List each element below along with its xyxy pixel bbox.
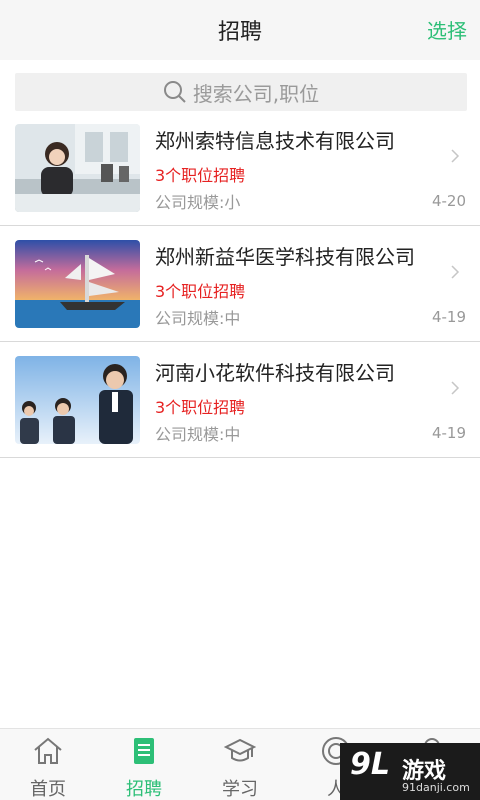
- post-date: 4-19: [431, 308, 466, 326]
- company-list: 郑州索特信息技术有限公司 3个职位招聘 公司规模:小 4-20 郑州新益华医学科…: [0, 110, 480, 458]
- job-count: 3个职位招聘: [155, 166, 246, 185]
- company-photo: [15, 124, 140, 212]
- tab-study[interactable]: 学习: [192, 729, 288, 800]
- tab-label: 招聘: [126, 779, 162, 800]
- tab-label: 学习: [222, 779, 258, 800]
- post-date: 4-20: [431, 192, 466, 210]
- top-bar: 招聘 选择: [0, 0, 480, 60]
- search-bar[interactable]: 搜索公司,职位: [15, 73, 467, 111]
- graduation-cap-icon: [223, 735, 257, 767]
- company-scale: 公司规模:中: [155, 309, 241, 328]
- page-title: 招聘: [217, 20, 262, 45]
- watermark-url: 91danji.com: [402, 781, 470, 794]
- company-photo: [15, 240, 140, 328]
- post-date: 4-19: [431, 424, 466, 442]
- watermark-logo: 9L 游戏 91danji.com: [340, 743, 480, 800]
- select-button[interactable]: 选择: [427, 15, 467, 44]
- company-item[interactable]: 河南小花软件科技有限公司 3个职位招聘 公司规模:中 4-19: [0, 342, 480, 458]
- company-name: 郑州索特信息技术有限公司: [155, 129, 395, 153]
- job-count: 3个职位招聘: [155, 398, 246, 417]
- job-count: 3个职位招聘: [155, 282, 246, 301]
- tab-label: 首页: [30, 779, 66, 800]
- search-icon: [163, 80, 187, 104]
- chevron-right-icon: [450, 380, 460, 396]
- company-scale: 公司规模:小: [155, 193, 241, 212]
- company-photo: [15, 356, 140, 444]
- company-scale: 公司规模:中: [155, 425, 241, 444]
- tab-home[interactable]: 首页: [0, 729, 96, 800]
- tab-recruit[interactable]: 招聘: [96, 729, 192, 800]
- company-name: 河南小花软件科技有限公司: [155, 361, 395, 385]
- watermark-mark: 9L: [350, 747, 390, 782]
- recruitment-screen: 招聘 选择 搜索公司,职位 郑州索特信息技术有限公司 3个职位招聘 公司规模:小…: [0, 0, 480, 800]
- company-item[interactable]: 郑州新益华医学科技有限公司 3个职位招聘 公司规模:中 4-19: [0, 226, 480, 342]
- chevron-right-icon: [450, 148, 460, 164]
- company-item[interactable]: 郑州索特信息技术有限公司 3个职位招聘 公司规模:小 4-20: [0, 110, 480, 226]
- document-icon: [128, 735, 160, 767]
- company-name: 郑州新益华医学科技有限公司: [155, 245, 415, 269]
- search-placeholder: 搜索公司,职位: [192, 81, 320, 106]
- chevron-right-icon: [450, 264, 460, 280]
- home-icon: [32, 735, 64, 767]
